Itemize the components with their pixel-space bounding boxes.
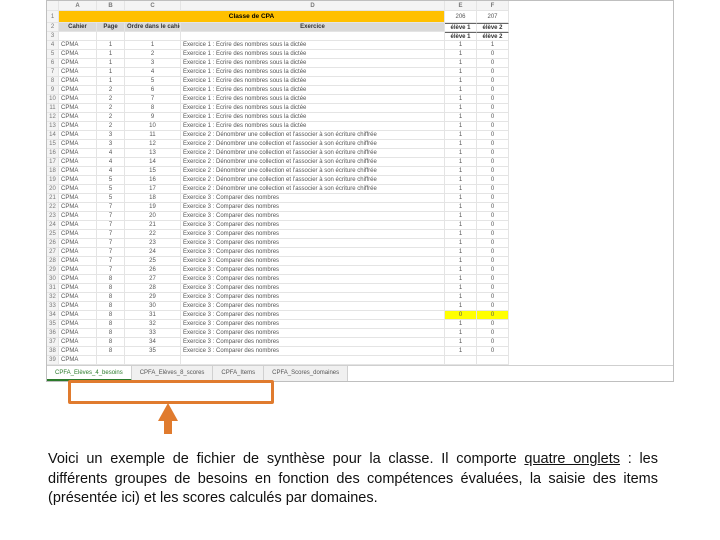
arrow-stem: [164, 420, 172, 434]
tab-CPFA_Items[interactable]: CPFA_Items: [213, 366, 264, 381]
tab-CPFA_Scores_domaines[interactable]: CPFA_Scores_domaines: [264, 366, 348, 381]
callout-rectangle: [68, 380, 274, 404]
tab-CPFA_Elèves_4_besoins[interactable]: CPFA_Elèves_4_besoins: [47, 366, 132, 381]
caption-text: Voici un exemple de fichier de synthèse …: [48, 450, 658, 509]
tab-CPFA_Elèves_8_scores[interactable]: CPFA_Elèves_8_scores: [132, 366, 214, 381]
spreadsheet[interactable]: ABCDEF1Classe de CPA2062072CahierPageOrd…: [46, 0, 674, 382]
sheet-tabs: CPFA_Elèves_4_besoinsCPFA_Elèves_8_score…: [47, 365, 673, 381]
arrow-up-icon: [158, 403, 178, 421]
